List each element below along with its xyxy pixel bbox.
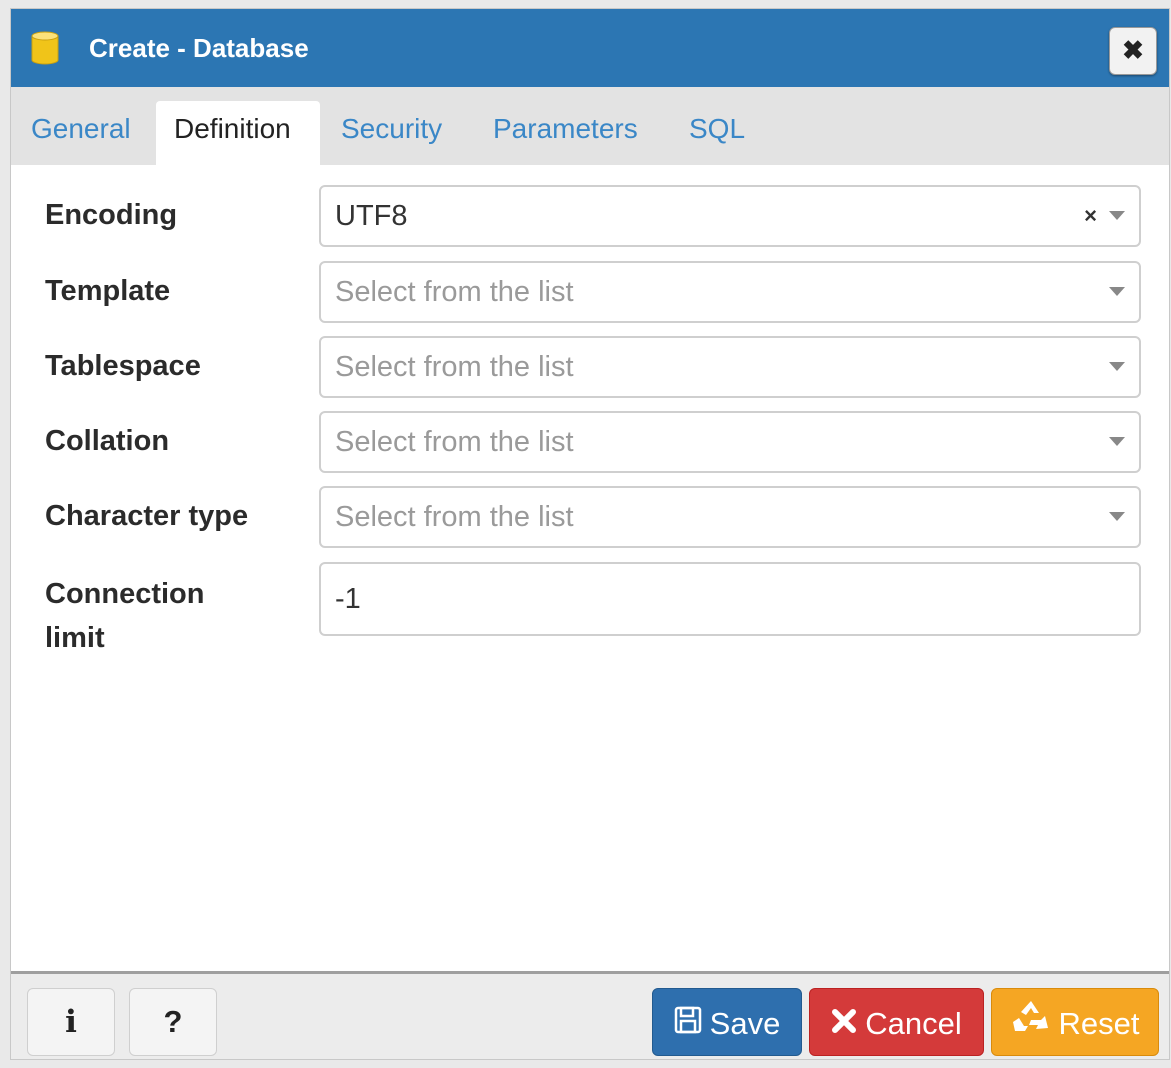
close-icon: ✖ bbox=[1122, 35, 1144, 65]
collation-placeholder: Select from the list bbox=[335, 426, 574, 458]
reset-button[interactable]: Reset bbox=[991, 988, 1159, 1056]
floppy-disk-icon bbox=[674, 991, 702, 1057]
reset-label: Reset bbox=[1058, 1005, 1140, 1041]
template-select[interactable]: Select from the list bbox=[319, 261, 1141, 323]
chevron-down-icon[interactable] bbox=[1109, 437, 1125, 446]
tablespace-label: Tablespace bbox=[45, 350, 201, 382]
tab-definition[interactable]: Definition bbox=[156, 101, 320, 165]
collation-label: Collation bbox=[45, 425, 170, 457]
character-type-select[interactable]: Select from the list bbox=[319, 486, 1141, 548]
template-label: Template bbox=[45, 275, 171, 307]
tablespace-placeholder: Select from the list bbox=[335, 351, 574, 383]
dialog-title-bar[interactable]: Create - Database ✖ bbox=[11, 9, 1169, 87]
connection-limit-value: -1 bbox=[335, 583, 361, 615]
chevron-down-icon[interactable] bbox=[1109, 362, 1125, 371]
database-icon bbox=[31, 31, 59, 65]
chevron-down-icon[interactable] bbox=[1109, 211, 1125, 220]
collation-select[interactable]: Select from the list bbox=[319, 411, 1141, 473]
tablespace-select[interactable]: Select from the list bbox=[319, 336, 1141, 398]
dialog-title: Create - Database bbox=[89, 33, 309, 63]
info-icon: i bbox=[65, 1004, 77, 1040]
chevron-down-icon[interactable] bbox=[1109, 287, 1125, 296]
recycle-icon bbox=[1011, 991, 1051, 1057]
encoding-select[interactable]: UTF8 × bbox=[319, 185, 1141, 247]
tab-security[interactable]: Security bbox=[323, 101, 460, 165]
tab-general[interactable]: General bbox=[13, 101, 149, 165]
save-label: Save bbox=[709, 1005, 781, 1041]
encoding-value: UTF8 bbox=[335, 200, 408, 232]
tab-bar: General Definition Security Parameters S… bbox=[11, 87, 1169, 165]
tab-sql[interactable]: SQL bbox=[671, 101, 763, 165]
character-type-label: Character type bbox=[45, 500, 249, 532]
encoding-label: Encoding bbox=[45, 199, 178, 231]
close-button[interactable]: ✖ bbox=[1109, 27, 1157, 75]
template-placeholder: Select from the list bbox=[335, 276, 574, 308]
cancel-button[interactable]: Cancel bbox=[809, 988, 984, 1056]
help-button[interactable]: ? bbox=[129, 988, 217, 1056]
character-type-placeholder: Select from the list bbox=[335, 501, 574, 533]
connection-limit-input[interactable]: -1 bbox=[319, 562, 1141, 636]
tab-parameters[interactable]: Parameters bbox=[475, 101, 656, 165]
info-button[interactable]: i bbox=[27, 988, 115, 1056]
chevron-down-icon[interactable] bbox=[1109, 512, 1125, 521]
cancel-label: Cancel bbox=[865, 1005, 962, 1041]
connection-limit-label-line1: Connection bbox=[45, 578, 205, 610]
create-database-dialog: Create - Database ✖ General Definition S… bbox=[10, 8, 1170, 1060]
save-button[interactable]: Save bbox=[652, 988, 802, 1056]
help-icon: ? bbox=[163, 1004, 183, 1039]
clear-selection-icon[interactable]: × bbox=[1084, 201, 1097, 231]
dialog-footer: i ? Save Cancel Reset bbox=[11, 971, 1169, 1059]
close-icon bbox=[831, 991, 857, 1057]
connection-limit-label-line2: limit bbox=[45, 622, 105, 654]
